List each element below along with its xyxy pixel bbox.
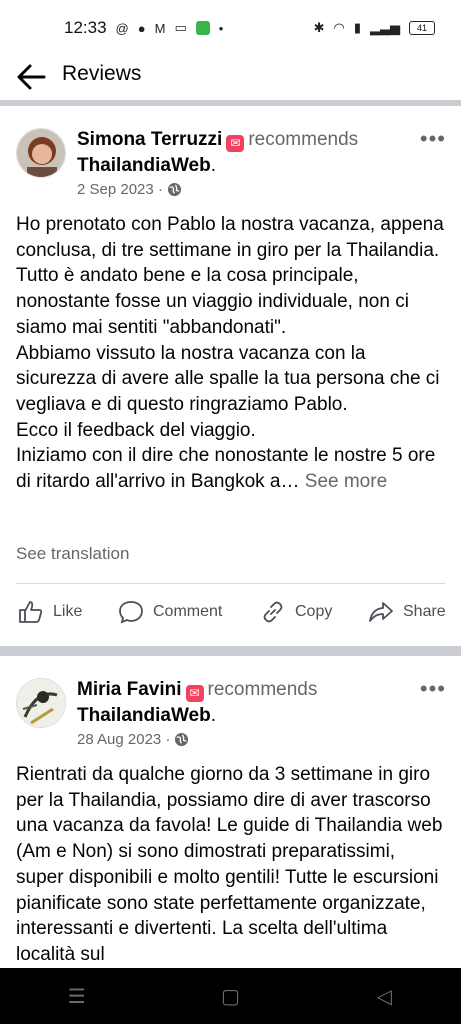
like-label: Like	[53, 603, 83, 620]
post-date[interactable]: 2 Sep 2023 ·	[77, 181, 163, 198]
avatar[interactable]	[16, 678, 66, 728]
notification-dot-icon: •	[218, 20, 224, 36]
post-body: Rientrati da qualche giorno da 3 settima…	[16, 762, 446, 968]
threads-icon: @	[115, 20, 129, 36]
share-button[interactable]: Share	[368, 600, 446, 624]
home-icon[interactable]: ▢	[200, 984, 260, 1009]
actions-divider	[16, 583, 445, 584]
gmail-icon: M	[154, 20, 166, 36]
copy-button[interactable]: Copy	[260, 600, 332, 624]
green-app-icon	[195, 21, 210, 35]
public-globe-icon	[167, 182, 181, 197]
page-title: Reviews	[62, 62, 142, 85]
post-body: Ho prenotato con Pablo la nostra vacanza…	[16, 212, 446, 495]
wifi-icon: ◠	[333, 20, 345, 35]
recommend-badge-icon: ✉	[185, 685, 204, 702]
page-dot: .	[210, 705, 217, 726]
app-header: Reviews	[0, 56, 461, 100]
app-icon: ▭	[174, 20, 187, 35]
author-name[interactable]: Simona Terruzzi	[77, 129, 222, 150]
page-name[interactable]: ThailandiaWeb	[77, 155, 211, 176]
bluetooth-icon: ✱	[313, 20, 325, 35]
back-nav-icon[interactable]: ◁	[354, 984, 414, 1009]
battery-level: 41	[416, 23, 427, 33]
review-post: Simona Terruzzi ✉ recommends ThailandiaWeb…	[0, 106, 461, 646]
line-icon: ●	[137, 20, 146, 36]
share-label: Share	[403, 603, 446, 620]
post-date[interactable]: 28 Aug 2023 ·	[77, 731, 170, 748]
review-post: Miria Favini ✉ recommends ThailandiaWeb. 2…	[0, 656, 461, 968]
status-time: 12:33	[64, 18, 107, 37]
more-options-icon[interactable]: •••	[420, 678, 446, 700]
status-bar: 12:33 @ ● M ▭ • ✱ ◠ ▮ ▂▃▅ 41	[0, 0, 461, 56]
post-separator	[0, 646, 461, 656]
post-text: Rientrati da qualche giorno da 3 settima…	[16, 764, 443, 965]
link-icon	[263, 601, 283, 623]
volte-icon: ▮	[353, 20, 361, 35]
page-dot: .	[210, 155, 217, 176]
author-name[interactable]: Miria Favini	[77, 679, 182, 700]
public-globe-icon	[175, 732, 189, 747]
back-arrow-icon[interactable]	[14, 60, 48, 94]
post-author-line: Miria Favini ✉ recommends	[77, 678, 317, 702]
post-text: Ho prenotato con Pablo la nostra vacanza…	[16, 214, 444, 493]
avatar[interactable]	[16, 128, 66, 178]
page-name[interactable]: ThailandiaWeb	[77, 705, 211, 726]
comment-button[interactable]: Comment	[118, 600, 222, 624]
recommends-label: recommends	[207, 679, 318, 700]
post-meta: 2 Sep 2023 ·	[77, 181, 182, 198]
copy-label: Copy	[295, 603, 333, 620]
post-author-line: Simona Terruzzi ✉ recommends	[77, 128, 358, 152]
comment-label: Comment	[153, 603, 223, 620]
share-icon	[369, 602, 393, 622]
more-options-icon[interactable]: •••	[420, 128, 446, 150]
signal-icon: ▂▃▅	[370, 20, 400, 35]
page-name-line: ThailandiaWeb.	[77, 154, 216, 178]
see-translation-link[interactable]: See translation	[16, 544, 129, 564]
battery-icon: 41	[409, 21, 435, 35]
page-name-line: ThailandiaWeb.	[77, 704, 216, 728]
recommend-badge-icon: ✉	[226, 135, 245, 152]
post-meta: 28 Aug 2023 ·	[77, 731, 189, 748]
see-more-link[interactable]: See more	[305, 471, 387, 492]
system-nav-bar: ☰ ▢ ◁	[0, 968, 461, 1024]
like-button[interactable]: Like	[18, 600, 82, 624]
comment-icon	[119, 601, 143, 624]
recommends-label: recommends	[248, 129, 359, 150]
recent-apps-icon[interactable]: ☰	[47, 984, 107, 1009]
like-icon	[19, 601, 43, 623]
